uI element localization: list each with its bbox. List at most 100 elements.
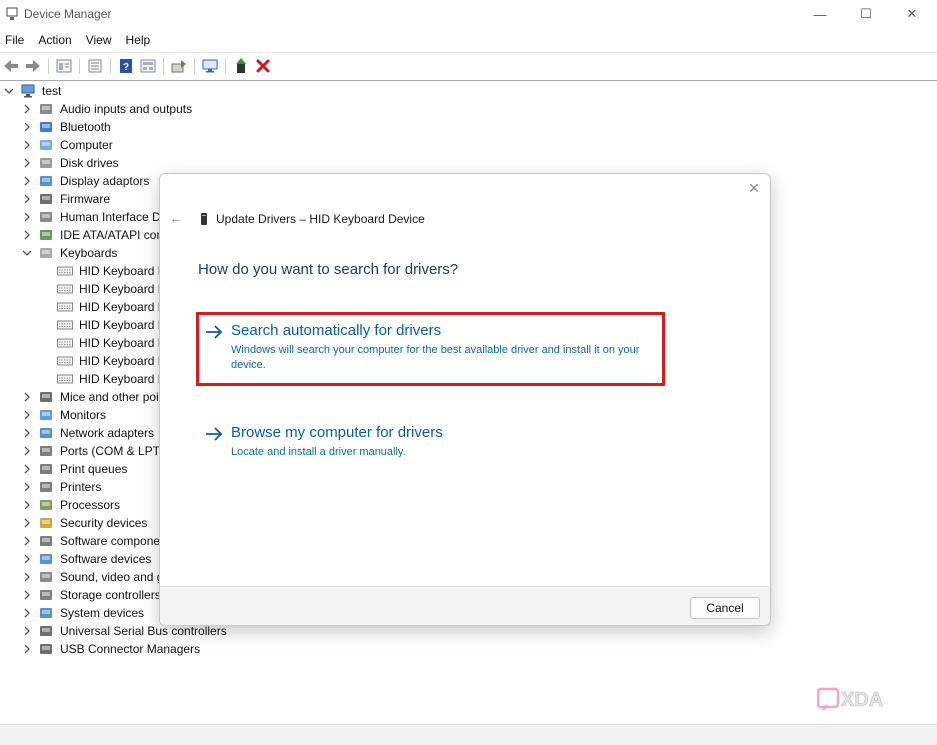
chevron-right-icon[interactable] [22,410,32,420]
device-manager-icon [6,7,18,21]
properties-icon[interactable] [55,57,73,75]
highlight-box [196,312,665,386]
tree-item-firmware[interactable]: Firmware [22,190,110,208]
chevron-right-icon[interactable] [22,464,32,474]
keyboard-icon [57,264,73,278]
tree-item-system-devices[interactable]: System devices [22,604,144,622]
chevron-right-icon[interactable] [22,122,32,132]
chevron-right-icon[interactable] [22,176,32,186]
tree-item-bluetooth[interactable]: Bluetooth [22,118,111,136]
scan-hardware-icon[interactable] [201,57,219,75]
security-icon [38,516,54,530]
tree-item-software-devices[interactable]: Software devices [22,550,151,568]
toolbar-separator [194,57,195,74]
details-icon[interactable] [139,57,157,75]
back-arrow-icon[interactable]: ← [168,210,184,226]
toolbar-separator [48,57,49,74]
disk-icon [38,156,54,170]
tree-root[interactable]: test [4,82,61,100]
cancel-button[interactable]: Cancel [690,597,760,619]
chevron-right-icon[interactable] [22,626,32,636]
chevron-right-icon[interactable] [22,392,32,402]
tree-item-label: HID Keyboard D [79,300,167,314]
tree-item-hid-keyboard[interactable]: HID Keyboard D [57,280,166,298]
tree-item-usb-connector-managers[interactable]: USB Connector Managers [22,640,200,658]
menu-action[interactable]: Action [33,33,76,47]
chevron-right-icon[interactable] [22,500,32,510]
chevron-right-icon[interactable] [22,518,32,528]
uninstall-icon[interactable] [254,57,272,75]
tree-item-print-queues[interactable]: Print queues [22,460,127,478]
chevron-right-icon[interactable] [22,536,32,546]
tree-item-storage-controllers[interactable]: Storage controllers [22,586,161,604]
tree-item-ide-ata-atapi-cont[interactable]: IDE ATA/ATAPI cont [22,226,166,244]
chevron-right-icon[interactable] [22,446,32,456]
menu-view[interactable]: View [81,33,117,47]
tree-item-monitors[interactable]: Monitors [22,406,106,424]
browse-computer-option[interactable]: Browse my computer for drivers Locate an… [198,424,664,464]
maximize-button[interactable]: ☐ [843,0,889,28]
tree-item-label: Mice and other poi [60,390,159,404]
tree-item-hid-keyboard[interactable]: HID Keyboard D [57,370,166,388]
menu-file[interactable]: File [0,33,29,47]
network-icon [38,426,54,440]
forward-icon[interactable] [24,57,42,75]
tree-item-processors[interactable]: Processors [22,496,120,514]
keyboard-icon [57,372,73,386]
toolbar-separator [110,57,111,74]
tree-item-audio-inputs-and-outputs[interactable]: Audio inputs and outputs [22,100,192,118]
menu-help[interactable]: Help [121,33,156,47]
help-icon[interactable]: ? [117,57,135,75]
tree-item-security-devices[interactable]: Security devices [22,514,147,532]
monitor-icon [38,408,54,422]
tree-item-display-adaptors[interactable]: Display adaptors [22,172,149,190]
tree-item-human-interface-d[interactable]: Human Interface D [22,208,161,226]
chevron-right-icon[interactable] [22,482,32,492]
window-title: Device Manager [24,7,112,21]
tree-item-keyboards[interactable]: Keyboards [22,244,117,262]
chevron-right-icon[interactable] [22,140,32,150]
tree-item-hid-keyboard[interactable]: HID Keyboard D [57,262,166,280]
tree-item-sound-video-and-g[interactable]: Sound, video and g [22,568,163,586]
printer-icon [38,480,54,494]
dialog-close-button[interactable]: ✕ [746,180,762,196]
tree-item-disk-drives[interactable]: Disk drives [22,154,119,172]
tree-item-hid-keyboard[interactable]: HID Keyboard D [57,298,166,316]
chevron-down-icon[interactable] [4,86,14,96]
port-icon [38,444,54,458]
update-driver-icon[interactable] [170,57,188,75]
chevron-right-icon[interactable] [22,194,32,204]
chevron-right-icon[interactable] [22,572,32,582]
tree-item-label: Display adaptors [60,174,150,188]
chevron-down-icon[interactable] [22,248,32,258]
chevron-right-icon[interactable] [22,212,32,222]
tree-item-hid-keyboard[interactable]: HID Keyboard D [57,316,166,334]
minimize-button[interactable]: — [797,0,843,28]
chevron-right-icon[interactable] [22,428,32,438]
xda-watermark-logo: XDA [817,686,907,712]
tree-item-software-compone[interactable]: Software compone [22,532,160,550]
enable-device-icon[interactable] [232,57,250,75]
close-button[interactable]: ✕ [889,0,935,28]
tree-item-printers[interactable]: Printers [22,478,101,496]
tree-item-hid-keyboard[interactable]: HID Keyboard D [57,334,166,352]
toolbar-separator [163,57,164,74]
chevron-right-icon[interactable] [22,230,32,240]
tree-item-computer[interactable]: Computer [22,136,113,154]
tree-item-network-adapters[interactable]: Network adapters [22,424,154,442]
chevron-right-icon[interactable] [22,608,32,618]
tree-item-ports-com-lpt[interactable]: Ports (COM & LPT) [22,442,164,460]
chevron-right-icon[interactable] [22,554,32,564]
keyboard-icon [57,282,73,296]
chevron-right-icon[interactable] [22,158,32,168]
chevron-right-icon[interactable] [22,590,32,600]
tree-item-mice-and-other-poi[interactable]: Mice and other poi [22,388,159,406]
back-icon[interactable] [2,57,20,75]
option-title[interactable]: Browse my computer for drivers [231,424,443,441]
show-hide-icon[interactable] [86,57,104,75]
chevron-right-icon[interactable] [22,644,32,654]
chevron-right-icon[interactable] [22,104,32,114]
storage-icon [38,588,54,602]
tree-item-hid-keyboard[interactable]: HID Keyboard D [57,352,166,370]
bluetooth-icon [38,120,54,134]
